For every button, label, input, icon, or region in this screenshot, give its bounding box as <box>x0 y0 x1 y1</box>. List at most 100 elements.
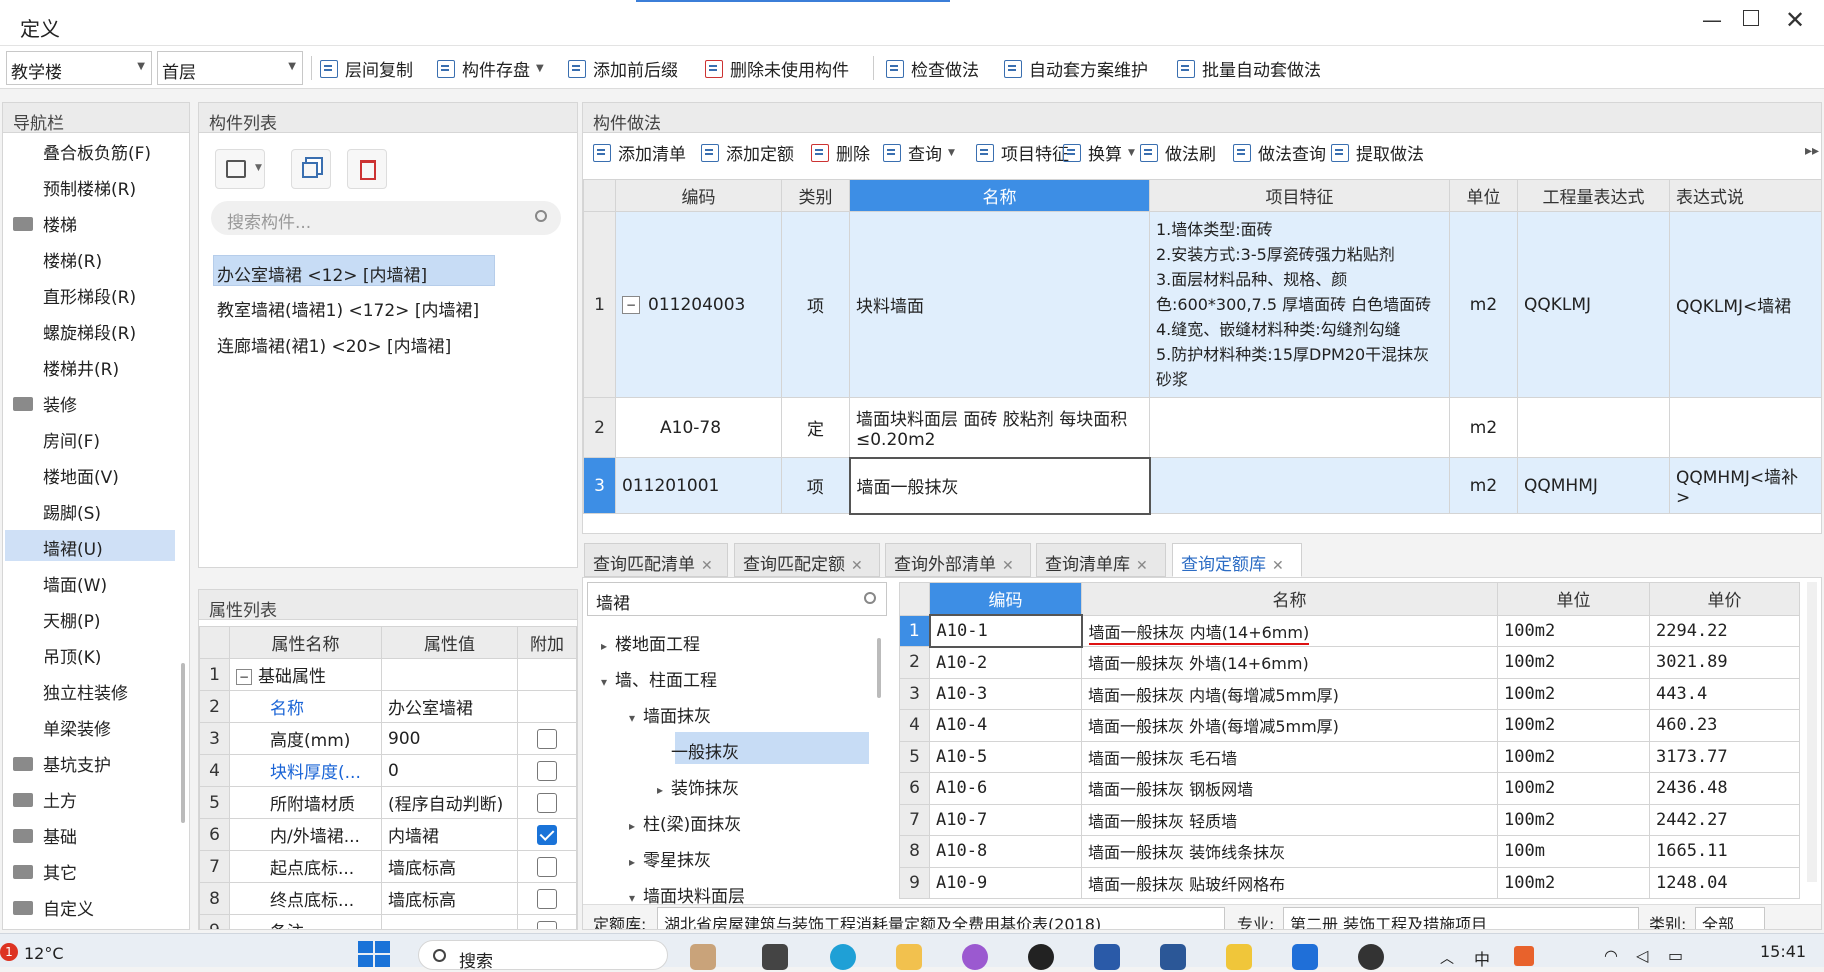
category-select[interactable]: 全部 <box>1695 907 1765 929</box>
checkbox[interactable] <box>537 920 557 929</box>
app-icon[interactable] <box>1226 944 1252 970</box>
method-expression[interactable] <box>1517 397 1670 458</box>
methods-toolbar-button[interactable]: 添加定额 <box>701 140 794 165</box>
method-row[interactable]: 2 A10-78 定墙面块料面层 面砖 胶粘剂 每块面积≤0.20m2 m2 <box>583 397 1821 458</box>
nav-item[interactable]: 吊顶(K) <box>43 643 101 668</box>
component-item[interactable]: 教室墙裙(墙裙1) <172> [内墙裙] <box>217 296 479 321</box>
property-row[interactable]: 6 内/外墙裙... 内墙裙 <box>199 818 577 851</box>
edge-icon[interactable] <box>830 944 856 970</box>
checkbox[interactable] <box>537 856 557 877</box>
property-row[interactable]: 5 所附墙材质 (程序自动判断) <box>199 786 577 819</box>
nav-group[interactable]: 基础 <box>13 823 77 848</box>
start-icon[interactable] <box>358 941 390 967</box>
query-tab[interactable]: 查询匹配清单 ✕ <box>584 543 728 577</box>
quota-row[interactable]: 7 A10-7 墙面一般抹灰 轻质墙 100m2 2442.27 <box>899 803 1800 836</box>
media-icon[interactable] <box>1358 944 1384 970</box>
property-value[interactable]: 内墙裙 <box>381 818 518 851</box>
app-icon[interactable] <box>1094 944 1120 970</box>
property-value[interactable]: 900 <box>381 722 518 755</box>
expand-right-icon[interactable]: ▸ <box>629 819 643 833</box>
query-search-input[interactable]: 墙裙 <box>587 582 887 616</box>
tray-chevron-icon[interactable]: ︿ <box>1440 948 1454 968</box>
quota-row[interactable]: 1 A10-1 墙面一般抹灰 内墙(14+6mm) 100m2 2294.22 <box>899 614 1800 648</box>
tree-node[interactable]: 一般抹灰 <box>657 738 739 763</box>
tree-node[interactable]: ▸ 装饰抹灰 <box>657 774 739 799</box>
volume-icon[interactable]: ◁ <box>1636 946 1648 965</box>
expand-down-icon[interactable]: ▾ <box>601 675 615 689</box>
component-item[interactable]: 连廊墙裙(裙1) <20> [内墙裙] <box>217 332 451 357</box>
methods-toolbar-button[interactable]: 提取做法 <box>1331 140 1424 165</box>
minimize-icon[interactable]: — <box>1702 8 1722 32</box>
method-row[interactable]: 1−011204003 项块料墙面 1.墙体类型:面砖 2.安装方式:3-5厚瓷砖强… <box>583 211 1821 398</box>
nav-group[interactable]: 装修 <box>13 391 77 416</box>
nav-group[interactable]: 基坑支护 <box>13 751 111 776</box>
query-tab[interactable]: 查询定额库 ✕ <box>1172 543 1302 577</box>
property-row[interactable]: 7 起点底标... 墙底标高 <box>199 850 577 883</box>
nav-item[interactable]: 直形梯段(R) <box>43 283 136 308</box>
quota-row[interactable]: 5 A10-5 墙面一般抹灰 毛石墙 100m2 3173.77 <box>899 740 1800 773</box>
property-value[interactable]: 办公室墙裙 <box>381 690 518 723</box>
app-icon[interactable] <box>1292 944 1318 970</box>
method-feature[interactable] <box>1149 457 1450 514</box>
expand-down-icon[interactable]: ▾ <box>629 711 643 725</box>
property-row[interactable]: 3 高度(mm) 900 <box>199 722 577 755</box>
maximize-icon[interactable] <box>1743 10 1759 26</box>
more-icon[interactable]: ▸▸ <box>1805 143 1819 159</box>
component-item[interactable]: 办公室墙裙 <12> [内墙裙] <box>217 261 427 286</box>
quota-scrollbar[interactable] <box>1807 582 1817 882</box>
battery-icon[interactable]: ▭ <box>1668 946 1683 965</box>
copy-component-button[interactable] <box>291 149 331 189</box>
method-feature[interactable]: 1.墙体类型:面砖 2.安装方式:3-5厚瓷砖强力粘贴剂 3.面层材料品种、规格… <box>1149 211 1450 398</box>
tree-node[interactable]: ▾ 墙面抹灰 <box>629 702 711 727</box>
nav-group[interactable]: 其它 <box>13 859 77 884</box>
method-expression[interactable]: QQKLMJ <box>1517 211 1670 398</box>
tree-node[interactable]: ▾ 墙、柱面工程 <box>601 666 717 691</box>
nav-group[interactable]: 土方 <box>13 787 77 812</box>
app-tray-icon[interactable] <box>1514 946 1534 966</box>
auto-plan-button[interactable]: 自动套方案维护 <box>1004 56 1148 81</box>
method-expression[interactable]: QQMHMJ <box>1517 457 1670 514</box>
floor-select[interactable]: 首层 ▼ <box>157 51 303 85</box>
method-name[interactable]: 墙面块料面层 面砖 胶粘剂 每块面积≤0.20m2 <box>849 397 1150 458</box>
close-tab-icon[interactable]: ✕ <box>1272 558 1284 574</box>
quota-row[interactable]: 9 A10-9 墙面一般抹灰 贴玻纤网格布 100m2 1248.04 <box>899 866 1800 899</box>
check-method-button[interactable]: 检查做法 <box>886 56 979 81</box>
property-value[interactable]: 墙底标高 <box>381 882 518 915</box>
quota-row[interactable]: 8 A10-8 墙面一般抹灰 装饰线条抹灰 100m 1665.11 <box>899 835 1800 868</box>
query-tab[interactable]: 查询清单库 ✕ <box>1036 543 1166 577</box>
property-value[interactable] <box>381 914 518 929</box>
close-tab-icon[interactable]: ✕ <box>1002 558 1014 574</box>
close-tab-icon[interactable]: ✕ <box>851 558 863 574</box>
checkbox[interactable] <box>537 824 557 845</box>
ime-icon[interactable]: 中 <box>1474 946 1490 970</box>
property-row[interactable]: 4 块料厚度(... 0 <box>199 754 577 787</box>
nav-item[interactable]: 墙面(W) <box>43 571 107 596</box>
floor-copy-button[interactable]: 层间复制 <box>320 56 413 81</box>
methods-toolbar-button[interactable]: 做法刷 <box>1140 140 1216 165</box>
nav-scrollbar[interactable] <box>181 663 185 823</box>
tree-node[interactable]: ▸ 柱(梁)面抹灰 <box>629 810 741 835</box>
methods-toolbar-button[interactable]: 项目特征 <box>976 140 1069 165</box>
checkbox[interactable] <box>537 888 557 909</box>
property-value[interactable]: (程序自动判断) <box>381 786 518 819</box>
nav-item[interactable]: 楼梯(R) <box>43 247 102 272</box>
nav-item[interactable]: 墙裙(U) <box>43 535 103 560</box>
add-prefix-suffix-button[interactable]: 添加前后缀 <box>568 56 678 81</box>
quota-row[interactable]: 4 A10-4 墙面一般抹灰 外墙(每增减5mm厚) 100m2 460.23 <box>899 709 1800 742</box>
nav-item[interactable]: 螺旋梯段(R) <box>43 319 136 344</box>
nav-group[interactable]: 自定义 <box>13 895 94 920</box>
taskbar-search[interactable]: 搜索 <box>418 940 668 972</box>
folder-icon[interactable] <box>896 944 922 970</box>
app-icon[interactable] <box>690 944 716 970</box>
nav-item[interactable]: 房间(F) <box>43 427 100 452</box>
property-value[interactable] <box>381 658 518 691</box>
query-tab[interactable]: 查询外部清单 ✕ <box>885 543 1031 577</box>
nav-item[interactable]: 踢脚(S) <box>43 499 101 524</box>
methods-toolbar-button[interactable]: 查询 ▼ <box>883 140 955 165</box>
expand-right-icon[interactable]: ▸ <box>629 855 643 869</box>
close-tab-icon[interactable]: ✕ <box>701 558 713 574</box>
tree-node[interactable]: ▸ 零星抹灰 <box>629 846 711 871</box>
batch-auto-button[interactable]: 批量自动套做法 <box>1177 56 1321 81</box>
nav-item[interactable]: 单梁装修 <box>43 715 111 740</box>
building-select[interactable]: 教学楼 ▼ <box>6 51 152 85</box>
